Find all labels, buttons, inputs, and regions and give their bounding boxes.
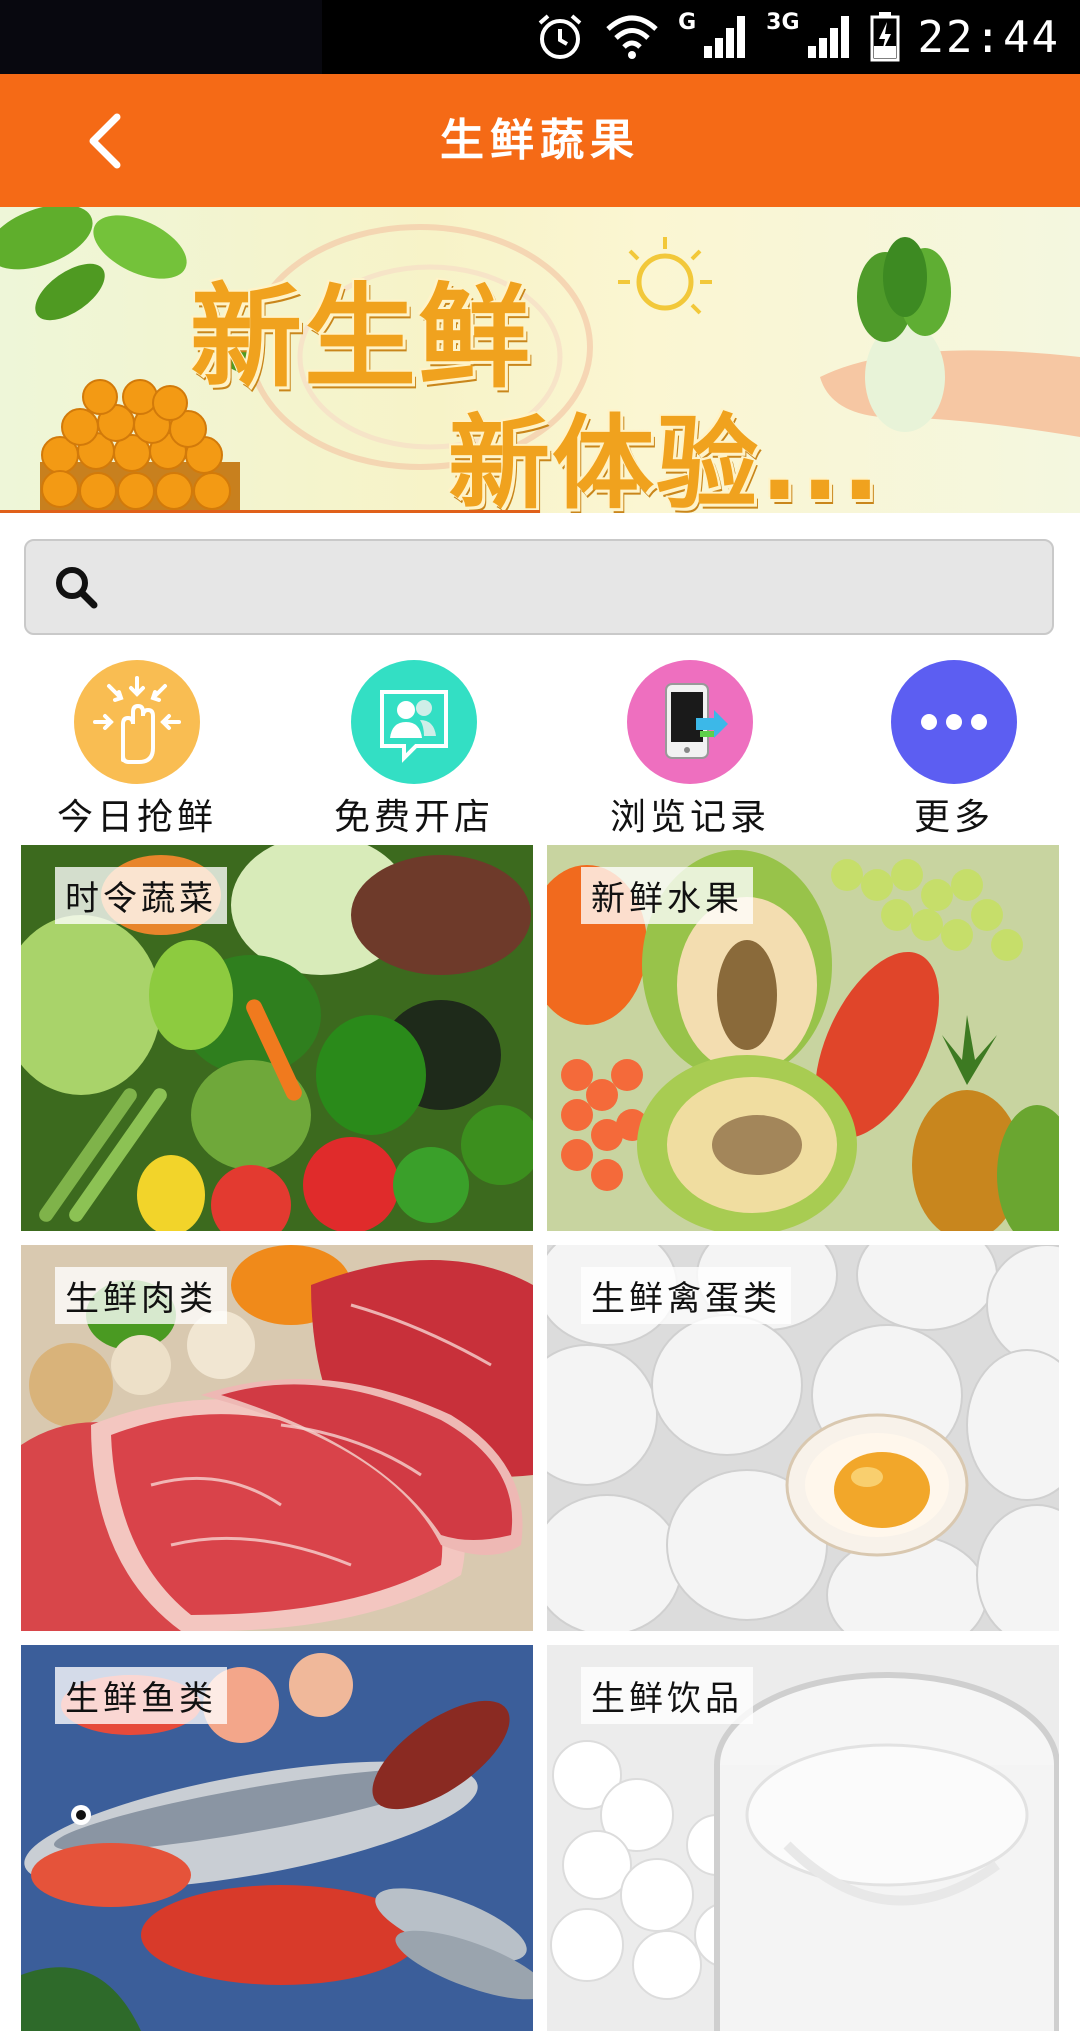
grab-hand-icon bbox=[74, 660, 200, 784]
search-icon bbox=[56, 567, 98, 609]
wifi-icon bbox=[606, 15, 658, 59]
status-bar: G 3G 22:44 bbox=[0, 0, 1080, 74]
category-tile-drinks[interactable]: 生鲜饮品 bbox=[547, 1645, 1059, 2031]
quick-action-label: 免费开店 bbox=[333, 797, 494, 838]
network-g-label: G bbox=[678, 10, 697, 35]
category-label: 新鲜水果 bbox=[581, 867, 753, 924]
app-header: 生鲜蔬果 bbox=[0, 74, 1080, 207]
search-input[interactable] bbox=[116, 546, 1052, 628]
quick-action-label: 更多 bbox=[913, 797, 994, 838]
alarm-icon bbox=[538, 14, 582, 59]
category-tile-vegetables[interactable]: 时令蔬菜 bbox=[21, 845, 533, 1231]
status-icons: G 3G 22:44 bbox=[534, 0, 1060, 74]
category-tile-eggs[interactable]: 生鲜禽蛋类 bbox=[547, 1245, 1059, 1631]
promo-banner[interactable]: 新生鲜 新体验... bbox=[0, 207, 1080, 513]
category-tile-fruits[interactable]: 新鲜水果 bbox=[547, 845, 1059, 1231]
category-tile-meat[interactable]: 生鲜肉类 bbox=[21, 1245, 533, 1631]
banner-indicator bbox=[0, 510, 540, 513]
quick-action-label: 今日抢鲜 bbox=[56, 797, 217, 838]
category-label: 生鲜饮品 bbox=[581, 1667, 753, 1724]
more-dots-icon bbox=[891, 660, 1017, 784]
quick-action-label: 浏览记录 bbox=[609, 797, 770, 838]
network-3g-label: 3G bbox=[766, 10, 800, 35]
contacts-chat-icon bbox=[351, 660, 477, 784]
status-time: 22:44 bbox=[917, 11, 1060, 63]
category-label: 生鲜禽蛋类 bbox=[581, 1267, 791, 1324]
quick-action-free-store[interactable]: 免费开店 bbox=[304, 660, 524, 840]
quick-actions: 今日抢鲜 免费开店 浏览记录 更多 bbox=[0, 660, 1080, 840]
category-label: 时令蔬菜 bbox=[55, 867, 227, 924]
banner-headline-2: 新体验... bbox=[448, 405, 883, 513]
signal-3g-icon bbox=[807, 16, 849, 58]
category-label: 生鲜鱼类 bbox=[55, 1667, 227, 1724]
battery-charging-icon bbox=[870, 12, 900, 62]
page-title: 生鲜蔬果 bbox=[440, 115, 640, 166]
quick-action-history[interactable]: 浏览记录 bbox=[580, 660, 800, 840]
phone-transfer-icon bbox=[627, 660, 753, 784]
status-bar-left bbox=[0, 0, 322, 74]
category-label: 生鲜肉类 bbox=[55, 1267, 227, 1324]
quick-action-more[interactable]: 更多 bbox=[844, 660, 1064, 840]
quick-action-today-fresh[interactable]: 今日抢鲜 bbox=[27, 660, 247, 840]
signal-icon bbox=[704, 16, 746, 58]
search-bar[interactable] bbox=[24, 539, 1054, 635]
category-tile-fish[interactable]: 生鲜鱼类 bbox=[21, 1645, 533, 2031]
